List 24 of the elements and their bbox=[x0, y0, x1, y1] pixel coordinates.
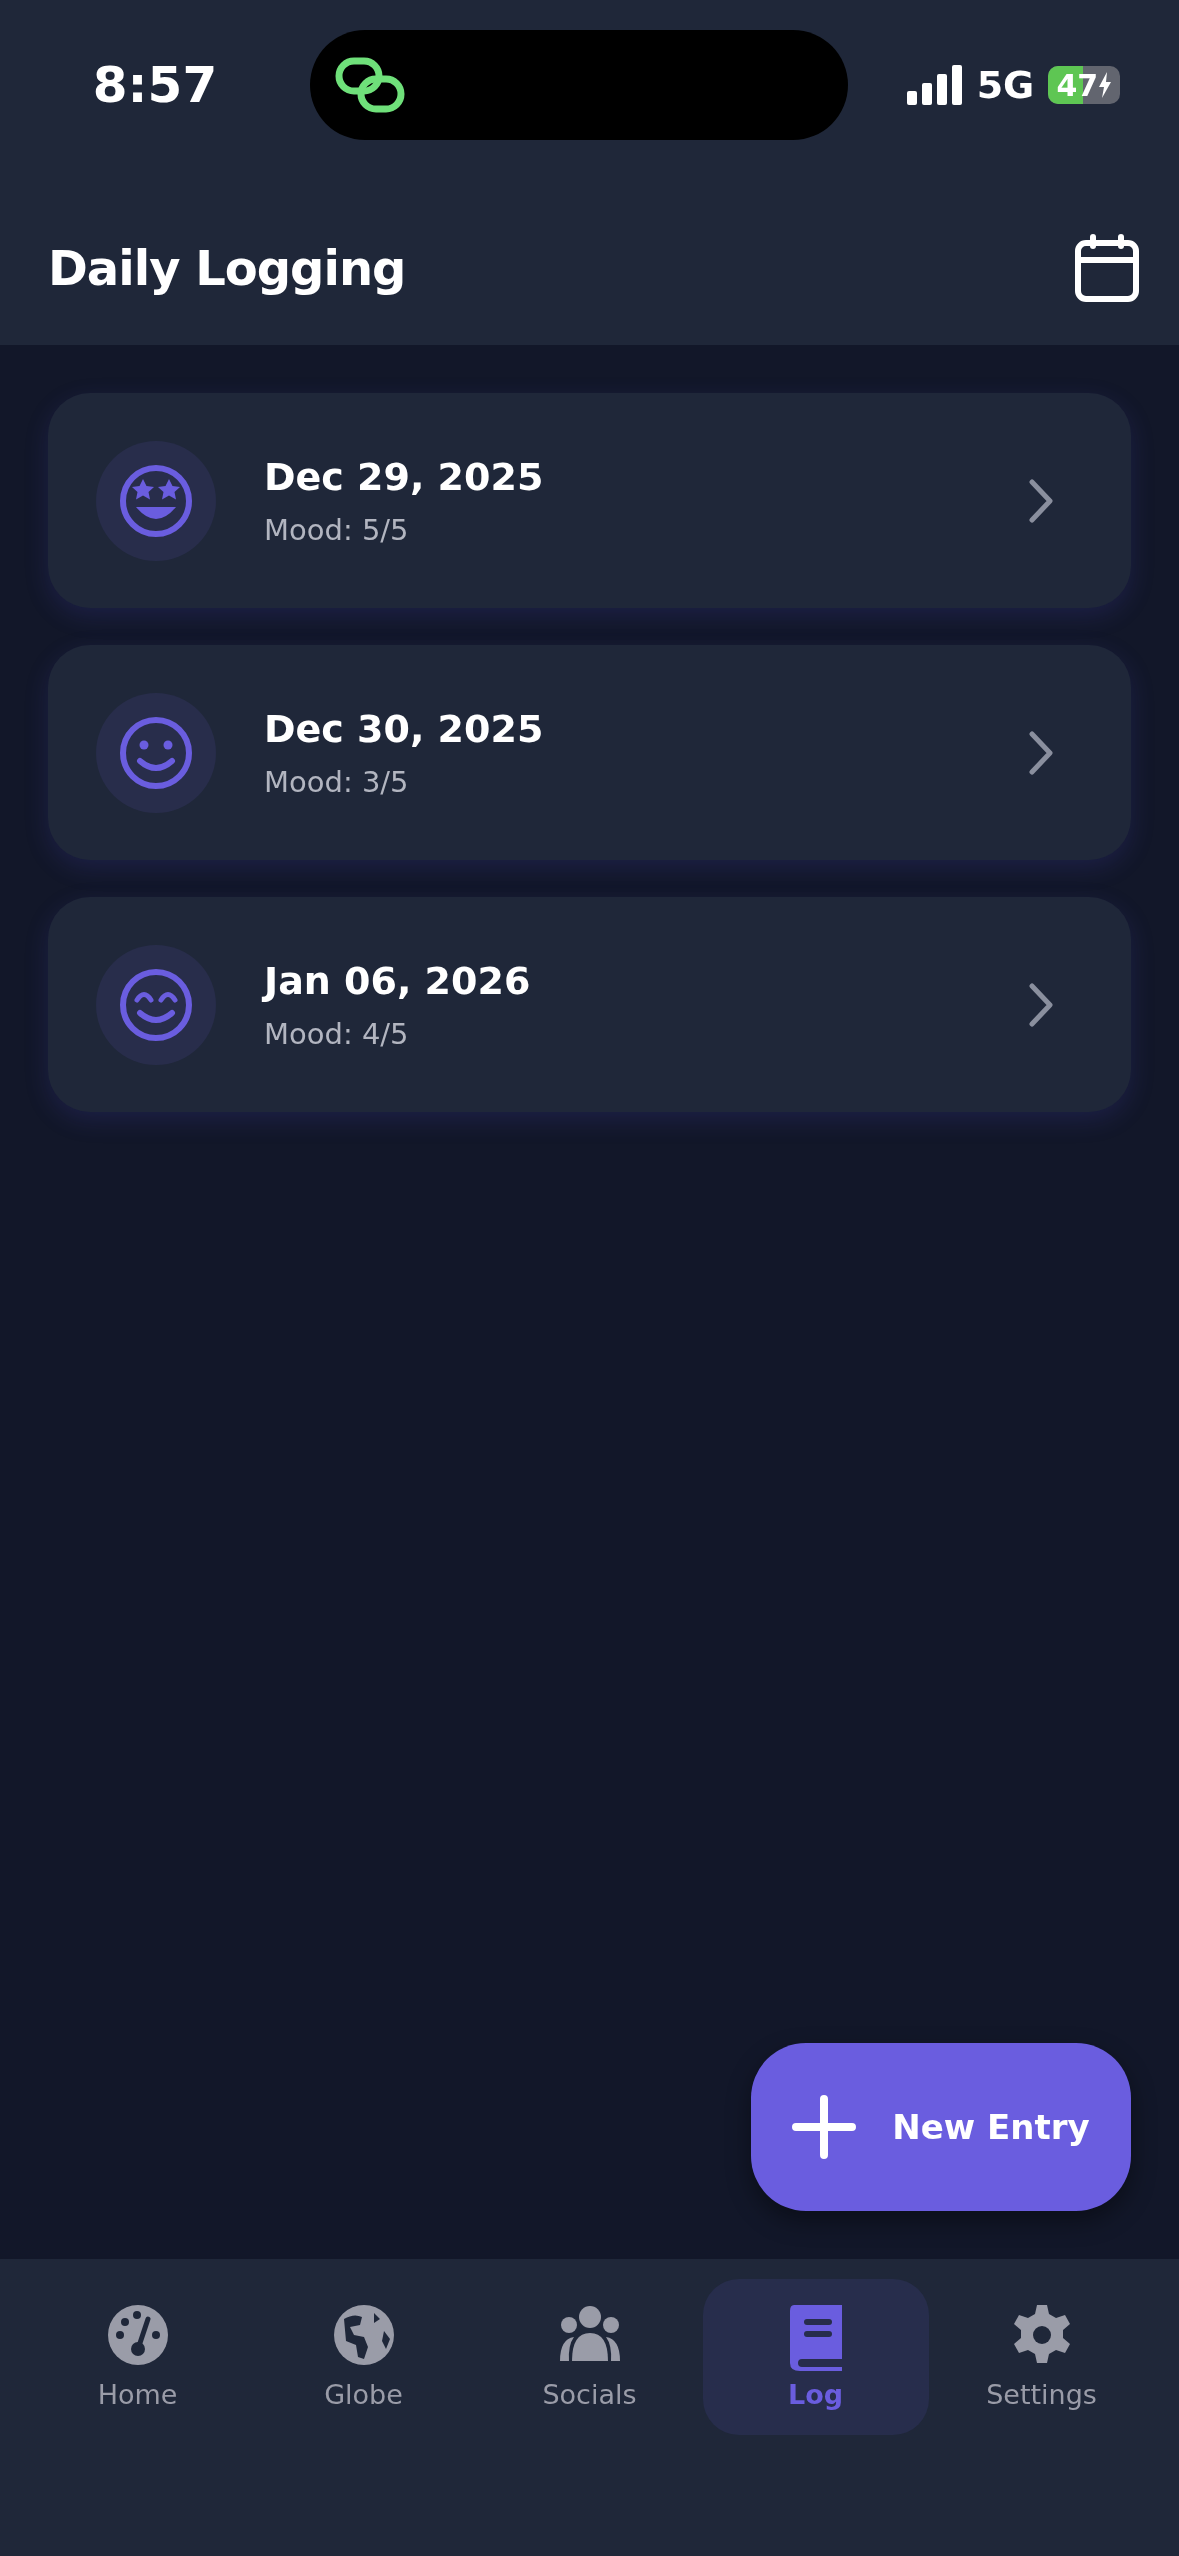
nav-tab[interactable]: Socials bbox=[476, 2279, 703, 2435]
mood-label: Mood: 3/5 bbox=[264, 764, 410, 799]
entry-date: Jan 06, 2026 bbox=[264, 958, 532, 1003]
chevron-right-icon bbox=[1029, 478, 1053, 523]
network-label: 5G bbox=[976, 63, 1035, 107]
entry-card[interactable]: Dec 29, 2025 Mood: 5/5 bbox=[48, 393, 1131, 608]
nav-tab[interactable]: Globe bbox=[250, 2279, 477, 2435]
entry-date: Dec 29, 2025 bbox=[264, 454, 545, 499]
new-entry-button[interactable]: New Entry bbox=[751, 2043, 1131, 2211]
nav-tab[interactable]: Home bbox=[24, 2279, 251, 2435]
link-icon bbox=[335, 57, 405, 113]
calendar-icon[interactable] bbox=[1075, 233, 1139, 302]
nav-tab[interactable]: Settings bbox=[928, 2279, 1155, 2435]
chevron-right-icon bbox=[1029, 982, 1053, 1027]
entry-card[interactable]: Dec 30, 2025 Mood: 3/5 bbox=[48, 645, 1131, 860]
signal-icon bbox=[906, 65, 963, 105]
chevron-right-icon bbox=[1029, 730, 1053, 775]
mood-label: Mood: 4/5 bbox=[264, 1016, 410, 1051]
plus-icon bbox=[792, 2095, 857, 2159]
page-title: Daily Logging bbox=[48, 239, 406, 296]
entry-date: Dec 30, 2025 bbox=[264, 706, 545, 751]
status-time: 8:57 bbox=[91, 56, 219, 114]
entry-card[interactable]: Jan 06, 2026 Mood: 4/5 bbox=[48, 897, 1131, 1112]
mood-label: Mood: 5/5 bbox=[264, 512, 410, 547]
